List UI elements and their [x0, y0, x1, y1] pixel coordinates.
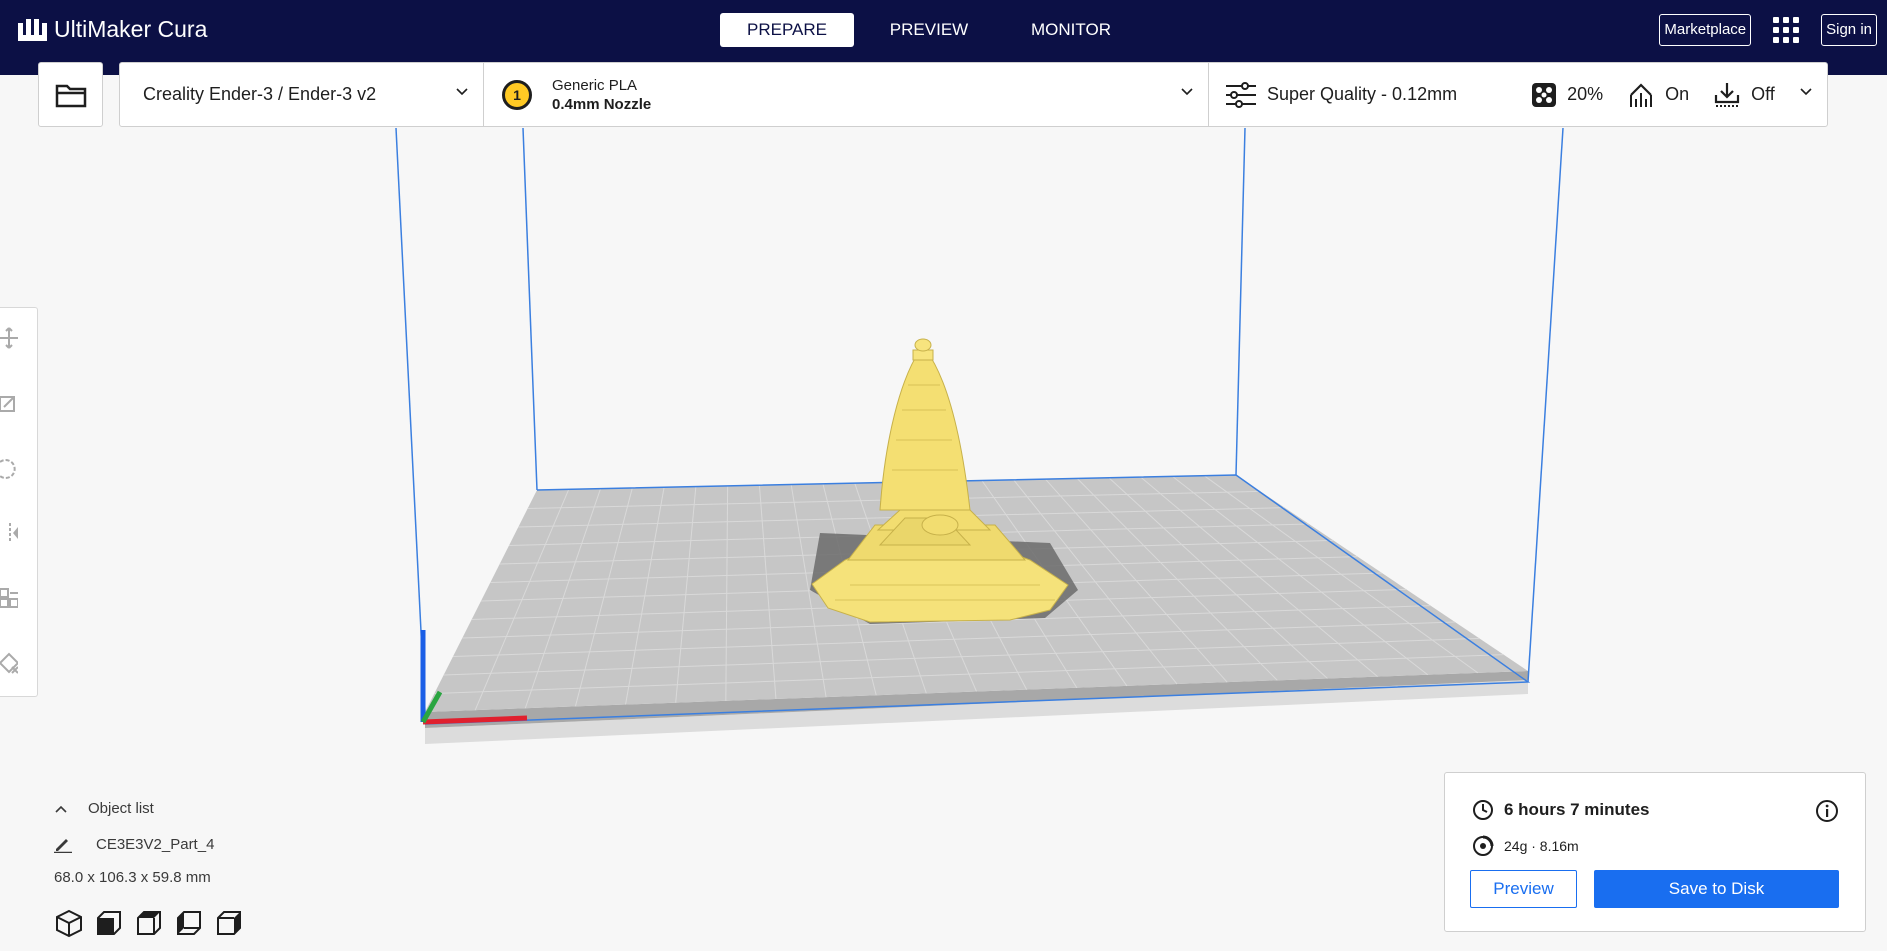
transform-tools-panel: [0, 307, 38, 697]
cube-right-icon: [217, 911, 241, 935]
cube-3d-icon: [56, 909, 82, 938]
ultimaker-logo-icon: [18, 18, 47, 41]
tab-preview[interactable]: PREVIEW: [862, 13, 996, 47]
adhesion-value: Off: [1751, 84, 1775, 104]
tab-monitor[interactable]: MONITOR: [1004, 13, 1138, 47]
info-icon[interactable]: [1815, 799, 1839, 823]
stage-tabs: PREPARE PREVIEW MONITOR: [720, 13, 1146, 47]
object-list-header: Object list: [88, 800, 154, 817]
mirror-tool-icon[interactable]: [0, 521, 18, 545]
chevron-down-icon: [456, 88, 468, 96]
object-list-panel: Object list CE3E3V2_Part_4 68.0 x 106.3 …: [54, 800, 214, 886]
view-front-button[interactable]: [94, 908, 124, 938]
move-tool-icon[interactable]: [0, 326, 18, 350]
cube-top-icon: [137, 911, 161, 935]
cube-front-icon: [97, 911, 121, 935]
sliders-icon: [1226, 81, 1256, 108]
rotate-tool-icon[interactable]: [0, 456, 18, 480]
material-usage: 24g · 8.16m: [1504, 838, 1579, 854]
nozzle-size: 0.4mm Nozzle: [552, 95, 652, 113]
header-actions: Marketplace Sign in: [1659, 14, 1877, 46]
chevron-down-icon: [1181, 88, 1193, 96]
object-dimensions: 68.0 x 106.3 x 59.8 mm: [54, 869, 211, 886]
per-model-settings-icon[interactable]: [0, 586, 18, 610]
marketplace-button[interactable]: Marketplace: [1659, 14, 1752, 46]
view-left-button[interactable]: [174, 908, 204, 938]
chevron-up-icon: [55, 805, 67, 813]
folder-icon: [55, 84, 86, 107]
view-top-button[interactable]: [134, 908, 164, 938]
object-name[interactable]: CE3E3V2_Part_4: [96, 836, 214, 853]
temple-model: [811, 338, 1069, 623]
view-3d-button[interactable]: [54, 908, 84, 938]
camera-view-buttons: [54, 908, 254, 938]
profile-name: Super Quality - 0.12mm: [1267, 84, 1458, 104]
adhesion-icon: [1715, 82, 1740, 107]
extruder-badge: 1: [502, 79, 532, 110]
clock-icon: [1473, 800, 1493, 820]
object-list-toggle[interactable]: Object list: [54, 800, 214, 817]
infill-icon: [1532, 82, 1557, 107]
scale-tool-icon[interactable]: [0, 391, 18, 415]
print-estimate-panel: 6 hours 7 minutes 24g · 8.16m Preview Sa…: [1444, 772, 1866, 932]
open-file-button[interactable]: [38, 62, 103, 127]
printer-selector[interactable]: Creality Ender-3 / Ender-3 v2: [120, 63, 484, 126]
print-time: 6 hours 7 minutes: [1504, 800, 1650, 819]
chevron-down-icon: [1800, 88, 1812, 96]
support-blocker-icon[interactable]: [0, 651, 18, 675]
print-setup-toolbar: Creality Ender-3 / Ender-3 v2 1 Generic …: [119, 62, 1828, 127]
support-value: On: [1665, 84, 1690, 104]
pencil-icon[interactable]: [54, 835, 72, 853]
save-to-disk-button[interactable]: Save to Disk: [1594, 870, 1839, 908]
app-title: UltiMaker Cura: [54, 16, 208, 42]
support-icon: [1630, 82, 1653, 107]
material-name: Generic PLA: [552, 76, 638, 94]
sign-in-button[interactable]: Sign in: [1821, 14, 1877, 46]
material-selector[interactable]: 1 Generic PLA 0.4mm Nozzle: [484, 63, 1209, 126]
printer-name: Creality Ender-3 / Ender-3 v2: [143, 84, 377, 104]
infill-value: 20%: [1567, 84, 1604, 104]
build-plate: [425, 475, 1528, 712]
print-settings-selector[interactable]: Super Quality - 0.12mm 20% On Off: [1209, 63, 1827, 126]
view-right-button[interactable]: [214, 908, 244, 938]
apps-grid-icon[interactable]: [1773, 17, 1800, 43]
tab-prepare[interactable]: PREPARE: [720, 13, 854, 47]
preview-button[interactable]: Preview: [1470, 870, 1577, 908]
filament-spool-icon: [1473, 835, 1494, 856]
app-logo: UltiMaker Cura: [18, 16, 207, 43]
cube-left-icon: [177, 911, 201, 935]
